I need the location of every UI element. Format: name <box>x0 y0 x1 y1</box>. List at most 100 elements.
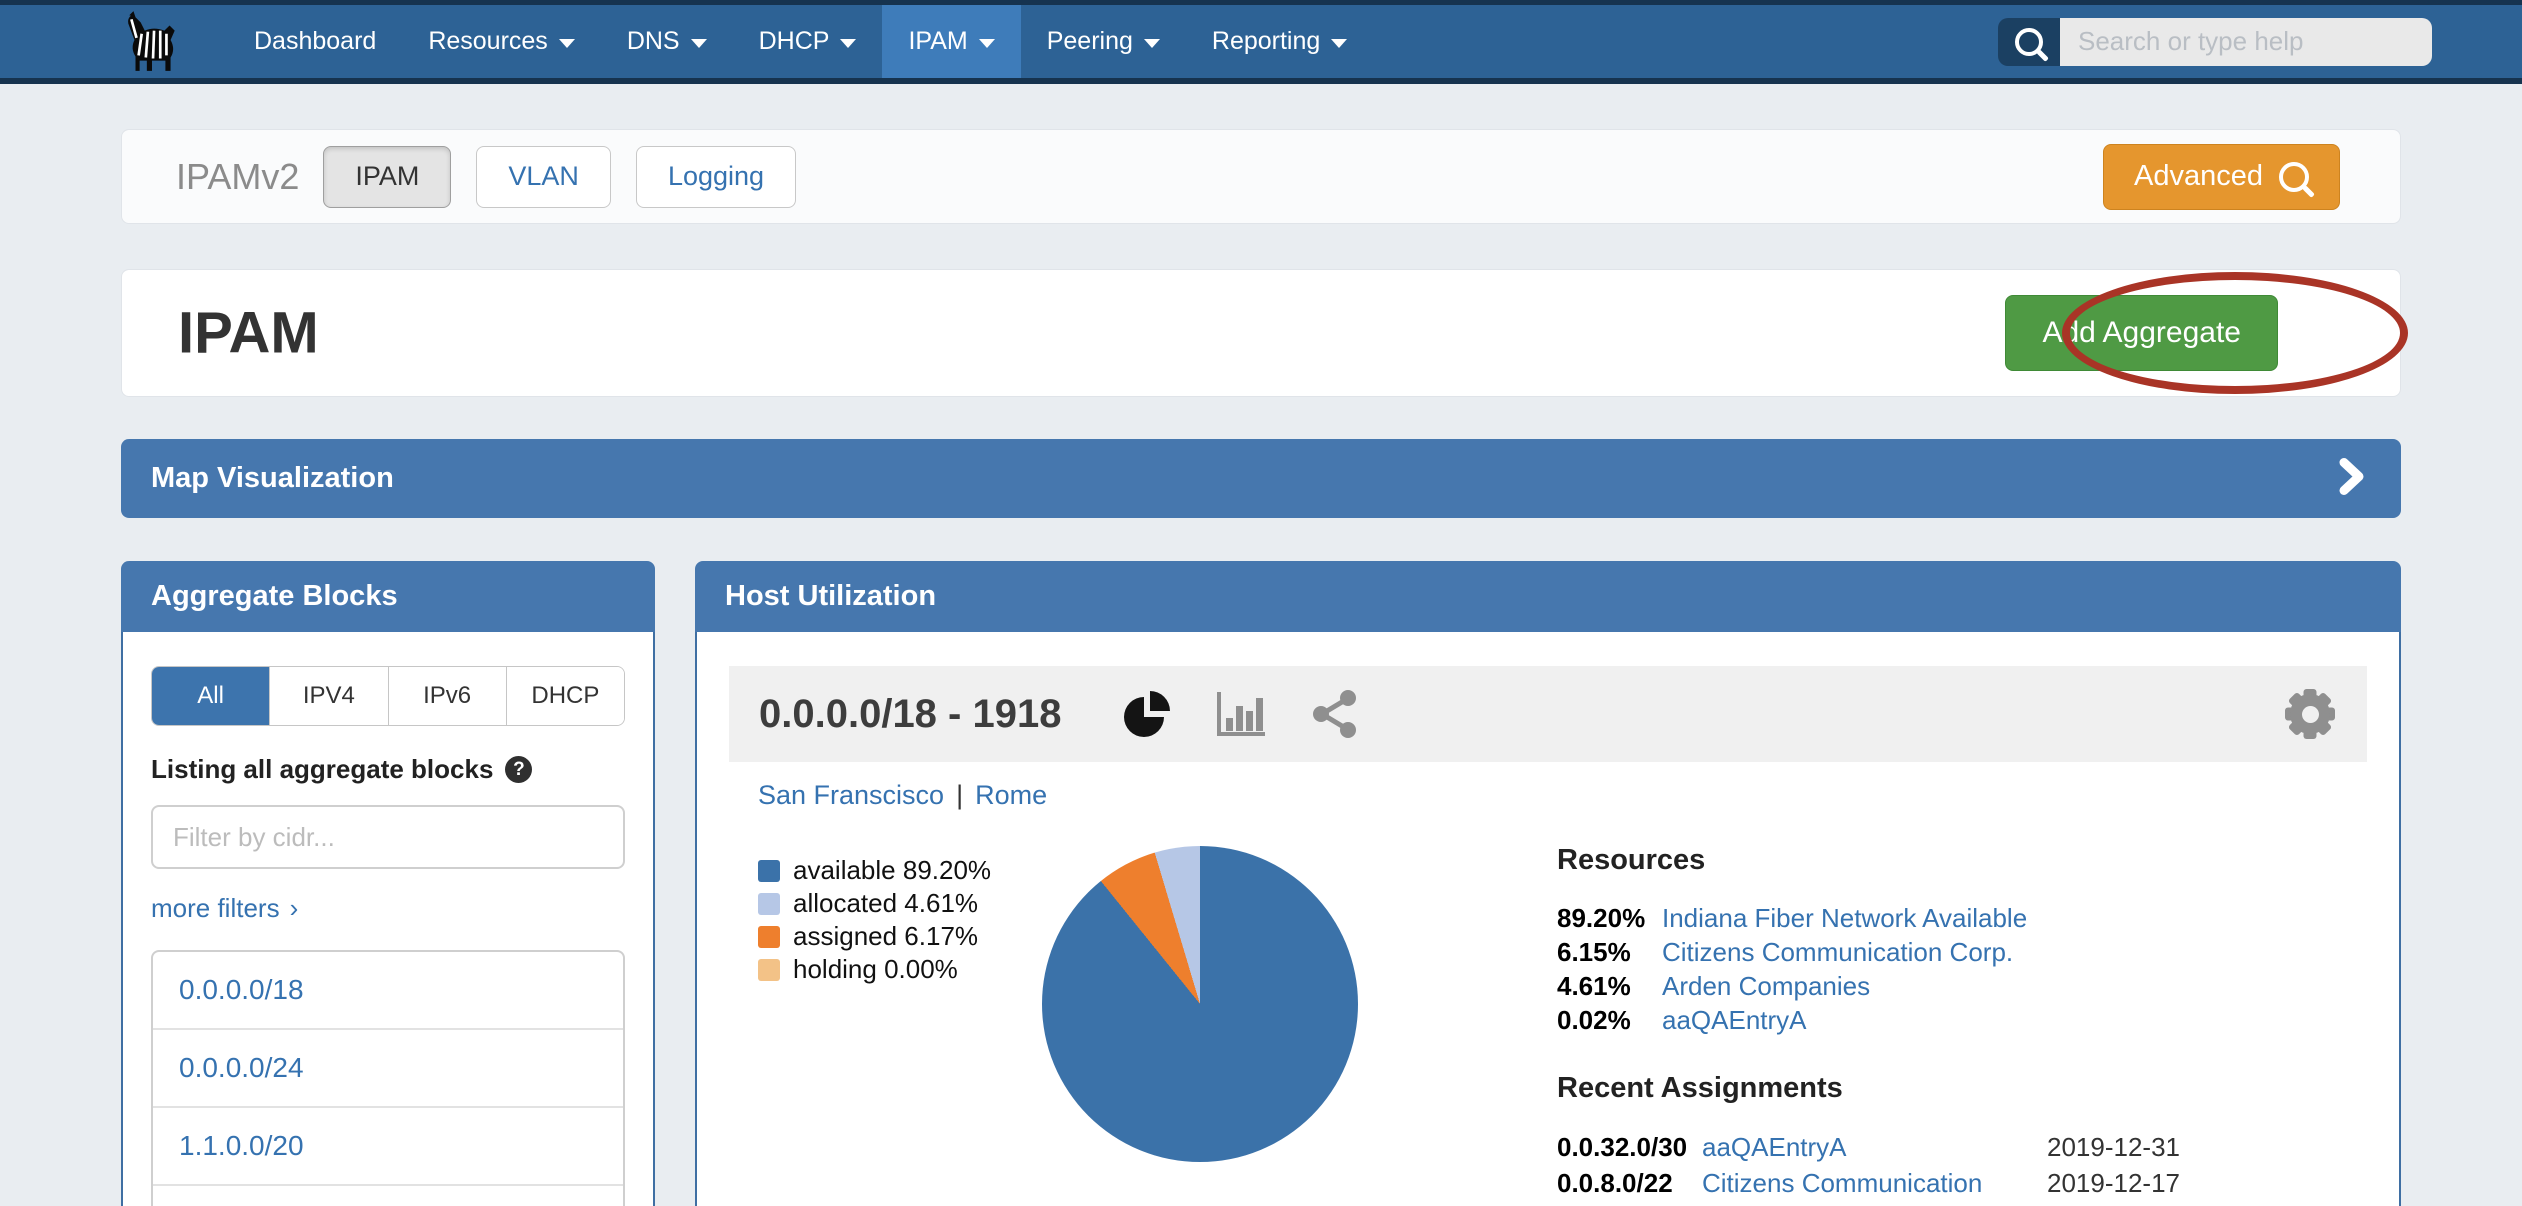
legend-label: allocated 4.61% <box>793 888 978 919</box>
resource-link[interactable]: Indiana Fiber Network Available <box>1662 901 2377 935</box>
resources-heading: Resources <box>1557 844 2377 877</box>
tab-ipam[interactable]: IPAM <box>323 146 451 208</box>
nav-item-reporting[interactable]: Reporting <box>1186 5 1373 78</box>
legend-item: assigned 6.17% <box>758 920 991 953</box>
nav-item-dhcp[interactable]: DHCP <box>733 5 883 78</box>
legend-swatch <box>758 860 780 882</box>
grid-icon[interactable] <box>1403 691 1458 737</box>
nav-item-dashboard[interactable]: Dashboard <box>228 5 402 78</box>
table-row: 89.20% Indiana Fiber Network Available <box>1557 901 2377 935</box>
nav-item-label: Reporting <box>1212 27 1320 56</box>
resource-percent: 6.15% <box>1557 935 1662 969</box>
filter-ipv4[interactable]: IPV4 <box>269 667 387 725</box>
table-row: 6.15% Citizens Communication Corp. <box>1557 935 2377 969</box>
location-link[interactable]: San Franscisco <box>758 780 944 810</box>
nav-item-label: DHCP <box>759 27 830 56</box>
assignment-cidr: 0.0.8.0/22 <box>1557 1165 1702 1206</box>
list-item[interactable]: 1.1.0.0/24 <box>153 1184 623 1206</box>
help-icon[interactable]: ? <box>505 756 532 783</box>
search-input[interactable] <box>2060 18 2432 66</box>
nav-item-label: DNS <box>627 27 680 56</box>
resource-link[interactable]: aaQAEntryA <box>1662 1003 2377 1037</box>
resource-percent: 0.02% <box>1557 1003 1662 1037</box>
resource-link[interactable]: Arden Companies <box>1662 969 2377 1003</box>
subnet-subheader: 0.0.0.0/18 - 1918 <box>729 666 2367 762</box>
list-item[interactable]: 0.0.0.0/18 <box>153 952 623 1028</box>
legend-label: available 89.20% <box>793 855 991 886</box>
aggregate-filter-group: All IPV4 IPv6 DHCP <box>151 666 625 726</box>
share-icon[interactable] <box>1311 689 1359 739</box>
list-item[interactable]: 0.0.0.0/24 <box>153 1028 623 1106</box>
advanced-label: Advanced <box>2134 160 2263 193</box>
table-row: 0.0.32.0/30 aaQAEntryA 2019-12-31 <box>1557 1129 2497 1165</box>
resources-section: Resources 89.20% Indiana Fiber Network A… <box>1557 844 2377 1037</box>
host-utilization-header: Host Utilization <box>695 561 2401 632</box>
aggregate-blocks-header: Aggregate Blocks <box>121 561 655 632</box>
legend-item: available 89.20% <box>758 854 991 887</box>
table-row: 0.02% aaQAEntryA <box>1557 1003 2377 1037</box>
location-link[interactable]: Rome <box>975 780 1047 810</box>
map-visualization-toggle[interactable]: Map Visualization <box>121 439 2401 518</box>
nav-item-dns[interactable]: DNS <box>601 5 733 78</box>
legend-swatch <box>758 926 780 948</box>
more-filters-label: more filters <box>151 893 280 923</box>
filter-dhcp[interactable]: DHCP <box>506 667 624 725</box>
chevron-right-icon <box>2339 457 2365 500</box>
nav-item-label: IPAM <box>908 27 967 56</box>
list-item[interactable]: 1.1.0.0/20 <box>153 1106 623 1184</box>
filter-ipv6[interactable]: IPv6 <box>388 667 506 725</box>
aggregate-blocks-panel: Aggregate Blocks All IPV4 IPv6 DHCP List… <box>121 561 655 1206</box>
nav-item-ipam[interactable]: IPAM <box>882 5 1020 78</box>
gear-icon[interactable] <box>2285 689 2335 739</box>
legend-label: assigned 6.17% <box>793 921 978 952</box>
view-switcher <box>1123 688 1458 740</box>
listing-label-text: Listing all aggregate blocks <box>151 754 493 785</box>
global-search <box>1998 18 2432 66</box>
nav-item-label: Peering <box>1047 27 1133 56</box>
chevron-down-icon <box>559 39 575 48</box>
chevron-down-icon <box>979 39 995 48</box>
legend-item: allocated 4.61% <box>758 887 991 920</box>
utilization-pie-chart <box>1042 846 1358 1162</box>
recent-assignments-heading: Recent Assignments <box>1557 1072 2497 1105</box>
resource-percent: 89.20% <box>1557 901 1662 935</box>
resource-link[interactable]: Citizens Communication Corp. <box>1662 935 2377 969</box>
pie-legend: available 89.20% allocated 4.61% assigne… <box>758 854 991 986</box>
assignment-link[interactable]: Citizens Communication Corp. <box>1702 1165 2047 1206</box>
legend-swatch <box>758 959 780 981</box>
location-links: San Franscisco|Rome <box>758 780 1047 811</box>
zebra-logo[interactable] <box>116 9 188 75</box>
cidr-filter-input[interactable] <box>151 805 625 869</box>
chevron-down-icon <box>840 39 856 48</box>
ipam-page: Dashboard Resources DNS DHCP IPAM Peerin… <box>0 0 2522 1206</box>
advanced-search-button[interactable]: Advanced <box>2103 144 2340 210</box>
nav-item-peering[interactable]: Peering <box>1021 5 1186 78</box>
legend-label: holding 0.00% <box>793 954 958 985</box>
assignment-link[interactable]: aaQAEntryA <box>1702 1129 2047 1165</box>
aggregate-blocks-body: All IPV4 IPv6 DHCP Listing all aggregate… <box>121 632 655 1206</box>
search-icon[interactable] <box>1998 18 2060 66</box>
chevron-down-icon <box>1144 39 1160 48</box>
table-row: 4.61% Arden Companies <box>1557 969 2377 1003</box>
resource-percent: 4.61% <box>1557 969 1662 1003</box>
nav-item-label: Resources <box>428 27 548 56</box>
nav-menu: Dashboard Resources DNS DHCP IPAM Peerin… <box>228 5 1373 78</box>
subnet-title: 0.0.0.0/18 - 1918 <box>759 692 1061 737</box>
tab-vlan[interactable]: VLAN <box>476 146 611 208</box>
assignment-cidr: 0.0.32.0/30 <box>1557 1129 1702 1165</box>
search-icon <box>2279 162 2309 192</box>
bar-chart-icon[interactable] <box>1215 690 1267 738</box>
tab-logging[interactable]: Logging <box>636 146 796 208</box>
recent-assignments-section: Recent Assignments 0.0.32.0/30 aaQAEntry… <box>1557 1072 2497 1206</box>
section-title: IPAMv2 <box>176 156 299 198</box>
add-aggregate-button[interactable]: Add Aggregate <box>2005 295 2278 371</box>
filter-all[interactable]: All <box>152 667 269 725</box>
more-filters-link[interactable]: more filters› <box>151 893 298 924</box>
chevron-down-icon <box>691 39 707 48</box>
top-nav: Dashboard Resources DNS DHCP IPAM Peerin… <box>0 0 2522 84</box>
nav-item-resources[interactable]: Resources <box>402 5 601 78</box>
page-title: IPAM <box>178 300 319 367</box>
pie-chart-icon[interactable] <box>1123 688 1171 740</box>
legend-swatch <box>758 893 780 915</box>
table-row: 0.0.8.0/22 Citizens Communication Corp. … <box>1557 1165 2497 1206</box>
